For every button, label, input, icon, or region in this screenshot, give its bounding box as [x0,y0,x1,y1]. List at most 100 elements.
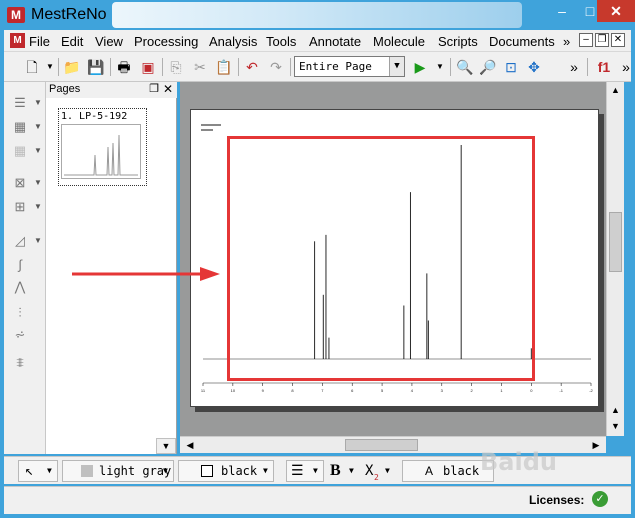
licenses-label: Licenses: [529,493,585,507]
f1-help-icon[interactable]: f1 [594,57,614,77]
spectrum-icon[interactable]: ◿ [11,232,29,250]
red-arrow-annotation [72,267,220,281]
x-tick-label: -2 [589,388,593,393]
main-toolbar: 🗋 ▼ 📁 💾 🖶 ▣ ⎘ ✂ 📋 ↶ ↷ Entire Page ▼ ▶ ▼ … [4,52,631,82]
close-window-button[interactable]: ✕ [597,0,635,22]
stack-icon[interactable]: ⩨ [11,354,29,372]
x-tick-label: 1 [500,388,503,393]
pages-panel-title: Pages [49,83,81,95]
zoom-select[interactable]: Entire Page ▼ [294,56,405,77]
menu-edit[interactable]: Edit [61,34,83,49]
close-icon[interactable]: ✕ [163,82,173,96]
chevron-down-icon[interactable]: ▼ [34,122,42,131]
open-folder-icon[interactable]: 📁 [62,57,82,77]
scroll-down-icon[interactable]: ▼ [608,418,623,434]
run-play-icon[interactable]: ▶ [410,57,430,77]
menu-file[interactable]: File [29,34,50,49]
chevron-down-icon[interactable]: ▼ [34,98,42,107]
menu-overflow-icon[interactable]: » [563,34,570,49]
crosshair-icon[interactable]: ⊠ [11,174,29,192]
scroll-up-icon[interactable]: ▲ [608,82,623,98]
x-tick-label: 10 [231,388,236,393]
app-title: MestReNo [31,6,107,23]
run-dropdown-icon[interactable]: ▼ [430,57,450,77]
menu-tools[interactable]: Tools [266,34,296,49]
vertical-scrollbar[interactable]: ▲ ▲ ▼ [606,82,624,436]
scroll-up-small-icon[interactable]: ▲ [608,402,623,418]
menu-annotate[interactable]: Annotate [309,34,361,49]
license-check-icon[interactable]: ✓ [592,491,608,507]
vertical-scroll-thumb[interactable] [609,212,622,272]
menu-scripts[interactable]: Scripts [438,34,478,49]
pointer-tool[interactable]: ↖ ▼ [18,460,58,482]
x-tick-label: 5 [381,388,384,393]
title-bar: M MestReNo – □ ✕ [0,0,635,30]
select-region-icon[interactable]: ⊞ [11,198,29,216]
print-icon[interactable]: 🖶 [114,57,134,77]
scroll-left-icon[interactable]: ◀ [182,437,198,453]
left-vertical-toolbar: ☰ ▼ ▦ ▼ ▦ ▼ ⊠ ▼ ⊞ ▼ ◿ ▼ ∫ ⋀ ⫶ ⩫ ⩨ [4,82,46,454]
redo-icon[interactable]: ↷ [266,57,286,77]
peak-pick-icon[interactable]: ⋀ [11,278,29,296]
x-tick-label: -1 [559,388,563,393]
subscript-label: X [365,463,374,479]
menu-analysis[interactable]: Analysis [209,34,257,49]
distribute-icon[interactable]: ▦ [11,118,29,136]
status-bar: Licenses: ✓ [4,486,631,514]
print-preview-icon[interactable]: ▣ [138,57,158,77]
document-menu-icon[interactable]: M [10,33,25,48]
chevron-down-icon[interactable]: ▼ [34,202,42,211]
pointer-arrow-icon: ↖ [25,463,34,479]
new-document-icon[interactable]: 🗋 [22,57,42,77]
horizontal-scroll-thumb[interactable] [345,439,418,451]
text-align-select[interactable]: ☰ ▼ [286,460,324,482]
bold-label: B [330,462,341,479]
x-tick-label: 2 [470,388,473,393]
zoom-out-icon[interactable]: 🔎 [478,57,498,77]
align-icon[interactable]: ☰ [11,94,29,112]
fill-color-label: light gray [99,464,172,478]
x-tick-label: 7 [321,388,324,393]
mdi-close-button[interactable]: ✕ [611,33,625,47]
header-text-line [201,124,221,126]
mdi-restore-button[interactable]: ❐ [595,33,609,47]
menu-processing[interactable]: Processing [134,34,198,49]
pin-icon[interactable]: ❐ [149,82,159,95]
menu-documents[interactable]: Documents [489,34,555,49]
menu-molecule[interactable]: Molecule [373,34,425,49]
undo-icon[interactable]: ↶ [242,57,262,77]
new-dropdown-icon[interactable]: ▼ [40,57,60,77]
fill-color-select[interactable]: light gray ▼ [62,460,174,482]
grid-icon[interactable]: ▦ [11,142,29,160]
align-left-icon: ☰ [291,463,304,479]
chevron-down-icon[interactable]: ▼ [34,236,42,245]
minimize-button[interactable]: – [548,0,576,22]
menu-view[interactable]: View [95,34,123,49]
chevron-down-icon: ▼ [47,466,52,475]
bold-button[interactable]: B ▼ [326,460,360,482]
subscript-button[interactable]: X 2 ▼ [362,460,396,482]
chevron-down-icon: ▼ [349,466,354,475]
line-color-select[interactable]: black ▼ [178,460,274,482]
chevron-down-icon[interactable]: ▼ [34,146,42,155]
scroll-right-icon[interactable]: ▶ [588,437,604,453]
cut-icon[interactable]: ✂ [190,57,210,77]
save-icon[interactable]: 💾 [86,57,106,77]
pan-icon[interactable]: ✥ [524,57,544,77]
zoom-in-icon[interactable]: 🔍 [455,57,475,77]
x-tick-label: 4 [411,388,414,393]
page-thumbnail-label: 1. LP-5-192 [61,111,128,122]
toolbar-overflow-icon[interactable]: » [564,57,584,77]
mdi-minimize-button[interactable]: – [579,33,593,47]
pages-scroll-down-button[interactable]: ▼ [156,438,176,454]
baseline-icon[interactable]: ⩫ [11,326,29,344]
integrate-icon[interactable]: ∫ [11,256,29,274]
chevron-down-icon[interactable]: ▼ [34,178,42,187]
toolbar-overflow-right-icon[interactable]: » [616,57,635,77]
multiplet-icon[interactable]: ⫶ [11,304,29,322]
copy-icon[interactable]: ⎘ [166,57,186,77]
zoom-fit-icon[interactable]: ⊡ [501,57,521,77]
line-color-swatch [201,465,213,477]
paste-icon[interactable]: 📋 [214,57,234,77]
page-thumbnail-preview[interactable] [61,124,141,179]
